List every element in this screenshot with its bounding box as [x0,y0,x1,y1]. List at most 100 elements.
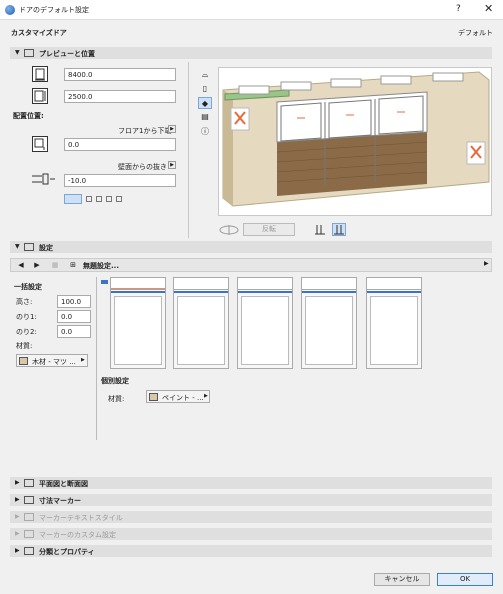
settings-separator [96,277,97,440]
section-plan-section-header[interactable]: ▶ 平面図と断面図 [10,477,492,489]
next-arrow-icon[interactable]: ▶ [31,260,43,270]
help-button[interactable]: ? [456,4,461,14]
section-title: 設定 [39,244,53,252]
anchor-left-icon[interactable] [86,196,92,202]
preview-section-icon [24,49,34,57]
frame2-label: のり2: [16,328,37,336]
section-view-icon[interactable]: ▤ [198,111,212,123]
material-swatch-icon [149,393,158,401]
close-button[interactable]: ✕ [484,2,493,15]
individual-material-label: 材質: [108,395,125,403]
archicad-logo-icon [5,5,15,15]
section-classification-header[interactable]: ▶ 分類とプロパティ [10,545,492,557]
material-arrow-icon: ▶ [81,357,85,363]
expand-triangle-icon: ▼ [15,49,20,56]
frame1-label: のり1: [16,313,37,321]
floor-offset-field[interactable]: 0.0 [64,138,176,151]
panel-thumbnail[interactable] [110,277,166,369]
frame2-field[interactable]: 0.0 [57,325,91,338]
section-title: マーカーのカスタム設定 [39,531,116,539]
anchor-top-icon[interactable] [106,196,112,202]
plan-section-icon [24,479,34,487]
section-title: プレビューと位置 [39,50,95,58]
prev-arrow-icon[interactable]: ◀ [15,260,27,270]
panel-thumbnail[interactable] [237,277,293,369]
section-dimension-marker-header[interactable]: ▶ 寸法マーカー [10,494,492,506]
placement-label: 配置位置: [13,112,44,120]
anchor-bottom-icon[interactable] [116,196,122,202]
height-label: 高さ: [16,298,33,306]
section-settings-header[interactable]: ▼ 設定 [10,241,492,253]
anchor-right-icon[interactable] [96,196,102,202]
material-arrow-icon: ▶ [204,393,208,399]
dropdown-arrow-icon[interactable]: ▶ [484,260,489,267]
group-settings-label: 一括設定 [14,283,42,291]
individual-material-value: ペイント - ... [162,394,204,402]
dimension-marker-icon [24,496,34,504]
individual-material-picker[interactable]: ペイント - ... ▶ [146,390,210,403]
settings-section-icon [24,243,34,251]
floor-offset-label: フロア1から下端 [118,127,172,135]
3d-preview[interactable] [218,67,492,216]
settings-toolbar: ◀ ▶ ▦ ⊞ 無題設定... ▶ [10,258,492,272]
collapse-triangle-icon: ▶ [15,530,20,537]
info-icon[interactable]: ⓘ [198,126,212,138]
section-title: 寸法マーカー [39,497,81,505]
height-icon [32,88,48,104]
default-label[interactable]: デフォルト [458,28,493,38]
settings-menu-icon[interactable]: ⊞ [67,260,79,270]
section-preview-header[interactable]: ▼ プレビューと位置 [10,47,492,59]
section-title: マーカーテキストスタイル [39,514,123,522]
flip-button[interactable]: 反転 [243,223,295,236]
wall-offset-label: 壁面からの抜き [118,163,167,171]
marker-text-style-icon [24,513,34,521]
section-marker-text-style-header[interactable]: ▶ マーカーテキストスタイル [10,511,492,523]
material-swatch-icon [19,357,28,365]
panel-thumbnail[interactable] [173,277,229,369]
preview-separator [188,62,189,238]
gallery-icon[interactable]: ▦ [49,260,61,270]
window-title: ドアのデフォルト設定 [19,6,89,14]
height-field[interactable]: 2500.0 [64,90,176,103]
individual-settings-label: 個別設定 [101,377,129,385]
collapse-triangle-icon: ▶ [15,513,20,520]
panel-thumbnail[interactable] [366,277,422,369]
wall-offset-field[interactable]: -10.0 [64,174,176,187]
selection-marker-icon [101,280,108,284]
width-icon [32,66,48,82]
anchor-center-icon[interactable] [64,194,82,204]
rotate-view-icon[interactable] [218,224,240,236]
open-left-icon[interactable] [313,223,327,236]
wall-offset-menu-button[interactable]: ▶ [168,161,176,169]
panel-height-field[interactable]: 100.0 [57,295,91,308]
anchor-options [64,194,124,204]
plan-view-icon[interactable]: ⌓ [198,69,212,81]
object-name: カスタマイズドア [11,29,67,37]
collapse-triangle-icon: ▶ [15,496,20,503]
frame1-field[interactable]: 0.0 [57,310,91,323]
panel-thumbnail[interactable] [301,277,357,369]
marker-custom-icon [24,530,34,538]
floor-offset-menu-button[interactable]: ▶ [168,125,176,133]
section-title: 平面図と断面図 [39,480,88,488]
collapse-triangle-icon: ▶ [15,547,20,554]
classification-icon [24,547,34,555]
section-title: 分類とプロパティ [39,548,95,556]
settings-dropdown[interactable]: 無題設定... [83,261,119,271]
width-field[interactable]: 8400.0 [64,68,176,81]
expand-triangle-icon: ▼ [15,243,20,250]
title-bar: ドアのデフォルト設定 ? ✕ [0,0,503,20]
ok-button[interactable]: OK [437,573,493,586]
material-label: 材質: [16,342,33,350]
cancel-button[interactable]: キャンセル [374,573,430,586]
3d-view-icon[interactable]: ◆ [198,97,212,109]
open-right-icon[interactable] [332,223,346,236]
section-marker-custom-header[interactable]: ▶ マーカーのカスタム設定 [10,528,492,540]
wall-offset-icon [30,172,56,186]
material-value: 木材 - マツ ... [32,358,76,366]
dialog-header: カスタマイズドア デフォルト [0,20,503,44]
material-picker[interactable]: 木材 - マツ ... ▶ [16,354,88,367]
front-view-icon[interactable]: ▯ [198,83,212,95]
collapse-triangle-icon: ▶ [15,479,20,486]
sill-height-icon [32,136,48,152]
